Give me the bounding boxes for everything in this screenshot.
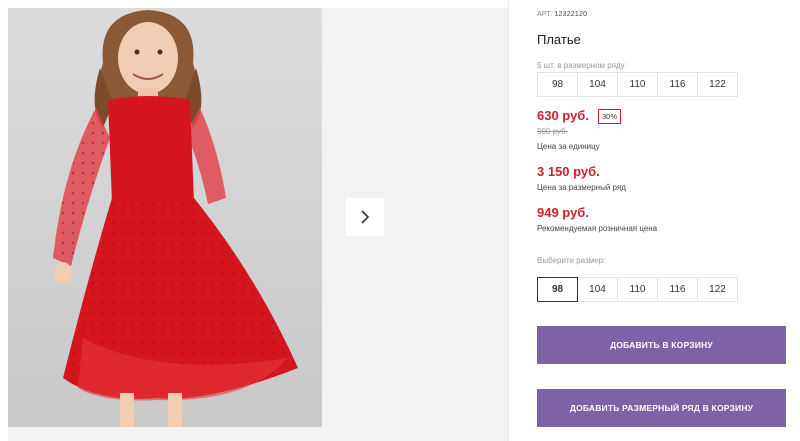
unit-price-caption: Цена за единицу — [537, 142, 600, 151]
article-value: 12322120 — [554, 11, 588, 18]
product-title: Платье — [537, 32, 581, 47]
unit-price: 630 руб. — [537, 108, 589, 123]
series-size: 110 — [617, 72, 658, 97]
article-number: АРТ. 12322120 — [537, 11, 587, 18]
size-option-104[interactable]: 104 — [577, 277, 618, 302]
size-option-98[interactable]: 98 — [537, 277, 578, 302]
next-image-button[interactable] — [346, 198, 384, 236]
chevron-right-icon — [361, 210, 370, 224]
old-price: 900 руб. — [537, 127, 568, 136]
dress-illustration — [53, 10, 298, 427]
set-price: 3 150 руб. — [537, 164, 600, 179]
size-picker: 98 104 110 116 122 — [537, 277, 738, 302]
size-picker-hint: Выберите размер: — [537, 256, 606, 265]
add-series-to-cart-button[interactable]: ДОБАВИТЬ РАЗМЕРНЫЙ РЯД В КОРЗИНУ — [537, 389, 786, 427]
column-divider — [508, 0, 509, 441]
series-hint: 5 шт. в размерном ряду — [537, 61, 625, 70]
size-option-110[interactable]: 110 — [617, 277, 658, 302]
size-option-122[interactable]: 122 — [697, 277, 738, 302]
size-option-116[interactable]: 116 — [657, 277, 698, 302]
series-size: 122 — [697, 72, 738, 97]
product-gallery — [8, 8, 508, 441]
set-price-caption: Цена за размерный ряд — [537, 183, 626, 192]
article-label: АРТ. — [537, 11, 553, 18]
series-size: 104 — [577, 72, 618, 97]
retail-price: 949 руб. — [537, 205, 589, 220]
series-size: 98 — [537, 72, 578, 97]
series-sizes: 98 104 110 116 122 — [537, 72, 738, 97]
series-size: 116 — [657, 72, 698, 97]
retail-price-caption: Рекомендуемая розничная цена — [537, 224, 658, 233]
add-to-cart-button[interactable]: ДОБАВИТЬ В КОРЗИНУ — [537, 326, 786, 364]
product-photo[interactable] — [8, 8, 322, 427]
discount-badge: 30% — [598, 109, 622, 124]
